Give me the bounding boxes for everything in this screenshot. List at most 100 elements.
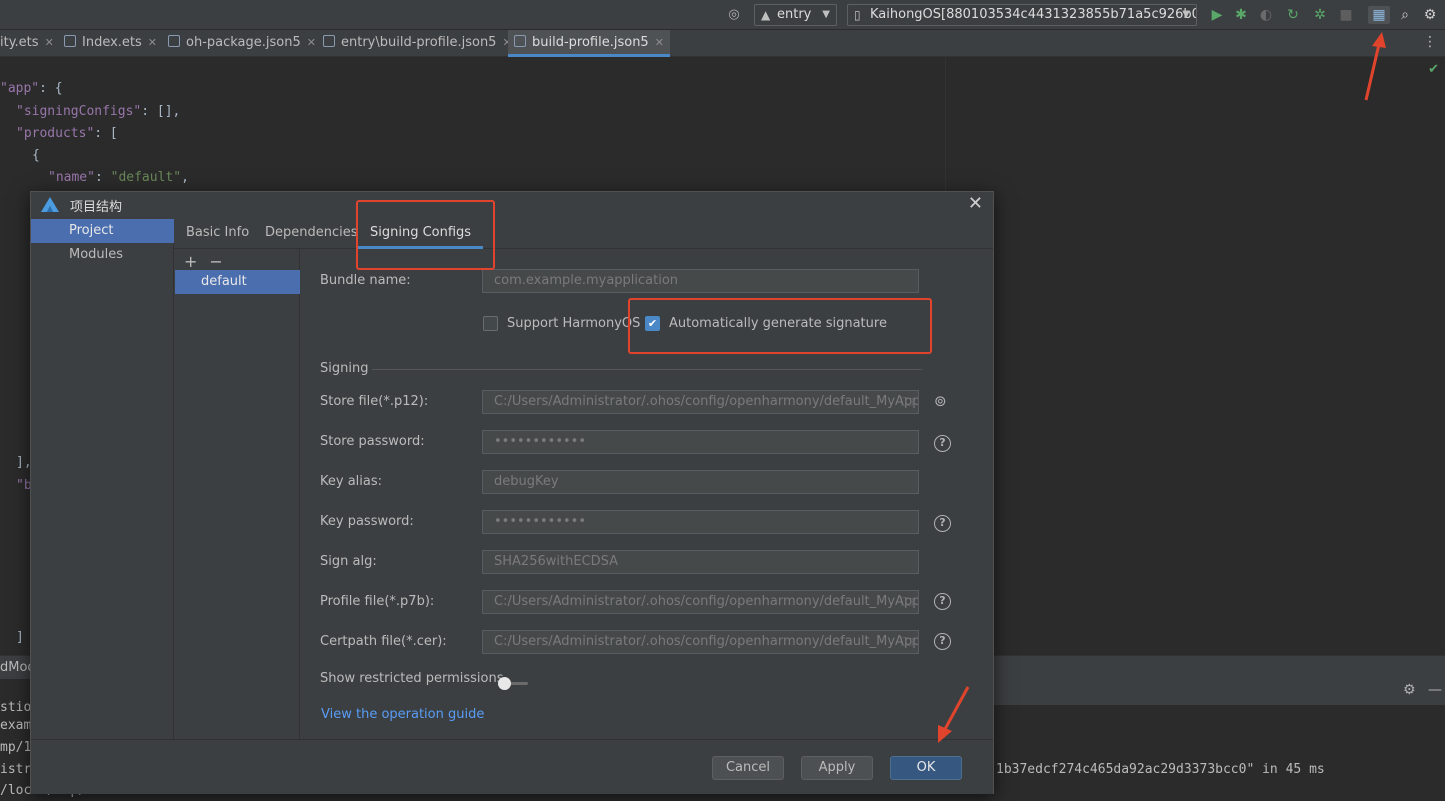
- close-icon[interactable]: ✕: [148, 36, 157, 49]
- bundle-name-label: Bundle name:: [320, 273, 411, 288]
- tab-basic-info[interactable]: Basic Info: [186, 219, 249, 249]
- tab-label: entry\build-profile.json5: [341, 35, 497, 50]
- remove-icon[interactable]: −: [209, 252, 222, 271]
- certpath-file-field[interactable]: C:/Users/Administrator/.ohos/config/open…: [482, 630, 919, 654]
- tab-build-profile[interactable]: build-profile.json5 ✕: [508, 30, 670, 57]
- attach-debugger-icon[interactable]: ✲: [1311, 6, 1329, 24]
- device-selector-label: KaihongOS[880103534c4431323855b71a5c926b…: [870, 7, 1197, 22]
- dialog-title-bar[interactable]: 项目结构 ✕: [31, 192, 993, 219]
- code-line: "signingConfigs": [],: [16, 104, 181, 119]
- add-icon[interactable]: +: [184, 252, 197, 271]
- settings-gear-icon[interactable]: ⚙: [1421, 6, 1439, 24]
- ok-button[interactable]: OK: [890, 756, 962, 780]
- nav-item-modules[interactable]: Modules: [31, 243, 174, 267]
- sign-alg-value: SHA256withECDSA: [494, 554, 619, 569]
- help-icon[interactable]: ?: [934, 515, 951, 532]
- nav-item-label: Project: [69, 223, 114, 238]
- run-icon[interactable]: ▶: [1208, 6, 1226, 24]
- tab-entry-build-profile[interactable]: entry\build-profile.json5✕: [323, 30, 512, 57]
- device-icon: ▯: [854, 8, 861, 22]
- rerun-icon[interactable]: ↻: [1284, 6, 1302, 24]
- deveco-logo-icon: [41, 197, 59, 212]
- minimize-icon[interactable]: —: [1428, 682, 1442, 698]
- operation-guide-link[interactable]: View the operation guide: [321, 707, 484, 722]
- close-icon[interactable]: ✕: [307, 36, 316, 49]
- code-line: ]: [16, 630, 24, 645]
- profile-icon[interactable]: ◐: [1257, 6, 1275, 24]
- apply-button[interactable]: Apply: [801, 756, 873, 780]
- log-line: mp/1: [0, 740, 32, 755]
- module-icon: ▲: [761, 8, 771, 22]
- support-harmonyos-checkbox[interactable]: [483, 316, 498, 331]
- signing-config-list: + − default: [174, 249, 300, 739]
- profile-file-label: Profile file(*.p7b):: [320, 594, 435, 609]
- key-password-field[interactable]: ••••••••••••: [482, 510, 919, 534]
- cancel-button[interactable]: Cancel: [712, 756, 784, 780]
- editor-right-gutter: ✔: [945, 58, 1445, 654]
- fingerprint-icon[interactable]: ⊚: [934, 392, 947, 410]
- profile-file-field[interactable]: C:/Users/Administrator/.ohos/config/open…: [482, 590, 919, 614]
- log-line: 1b37edcf274c465da92ac29d3373bcc0" in 45 …: [996, 762, 1325, 777]
- store-password-value: ••••••••••••: [494, 434, 587, 449]
- key-password-value: ••••••••••••: [494, 514, 587, 529]
- cancel-label: Cancel: [725, 760, 771, 775]
- restricted-permissions-toggle[interactable]: [496, 677, 532, 691]
- sign-alg-label: Sign alg:: [320, 554, 377, 569]
- folder-icon[interactable]: 🗀: [901, 391, 913, 413]
- editor-tab-bar: ity.ets ✕ Index.ets ✕ oh-package.json5 ✕ en…: [0, 30, 1445, 57]
- close-icon[interactable]: ✕: [45, 36, 54, 49]
- folder-icon[interactable]: 🗀: [901, 591, 913, 613]
- file-icon: [64, 35, 76, 47]
- store-password-label: Store password:: [320, 434, 425, 449]
- close-icon[interactable]: ✕: [968, 194, 983, 214]
- annotation-box-auto-sign: [628, 298, 932, 354]
- chevron-down-icon: ▼: [1182, 9, 1190, 20]
- tab-oh-package[interactable]: oh-package.json5 ✕: [168, 30, 316, 57]
- close-icon[interactable]: ✕: [655, 36, 664, 49]
- help-icon[interactable]: ?: [934, 593, 951, 610]
- toggle-knob: [498, 677, 511, 690]
- tab-label: Dependencies: [265, 225, 358, 240]
- device-selector[interactable]: ▯ KaihongOS[880103534c4431323855b71a5c92…: [847, 4, 1197, 26]
- tab-label: Index.ets: [82, 35, 142, 50]
- bundle-name-field[interactable]: com.example.myapplication: [482, 269, 919, 293]
- tab-label: ity.ets: [0, 35, 39, 50]
- module-selector[interactable]: ▲ entry ▼: [754, 4, 837, 26]
- tab-label: oh-package.json5: [186, 35, 301, 50]
- key-alias-value: debugKey: [494, 474, 559, 489]
- help-icon[interactable]: ?: [934, 435, 951, 452]
- key-alias-field[interactable]: debugKey: [482, 470, 919, 494]
- sign-alg-field[interactable]: SHA256withECDSA: [482, 550, 919, 574]
- more-vertical-icon[interactable]: ⋮: [1423, 34, 1437, 50]
- file-icon: [323, 35, 335, 47]
- bundle-name-value: com.example.myapplication: [494, 273, 679, 288]
- main-toolbar: ◎ ▲ entry ▼ ▯ KaihongOS[880103534c443132…: [0, 0, 1445, 30]
- tab-ability-ets[interactable]: ity.ets ✕: [0, 30, 54, 57]
- code-line: "name": "default",: [48, 170, 189, 185]
- apply-label: Apply: [818, 760, 856, 775]
- key-password-label: Key password:: [320, 514, 414, 529]
- debug-icon[interactable]: ✱: [1232, 6, 1250, 24]
- store-file-label: Store file(*.p12):: [320, 394, 429, 409]
- nav-item-project[interactable]: Project: [31, 219, 174, 243]
- dialog-nav: Project Modules: [31, 219, 174, 739]
- section-divider: [372, 369, 922, 370]
- help-icon[interactable]: ?: [934, 633, 951, 650]
- module-selector-label: entry: [777, 7, 812, 22]
- dialog-title: 项目结构: [70, 200, 123, 215]
- config-item-default[interactable]: default: [175, 270, 300, 294]
- annotation-arrow-toolbar: [1364, 32, 1386, 101]
- settings-gear-icon[interactable]: ⚙: [1403, 682, 1416, 698]
- profile-file-value: C:/Users/Administrator/.ohos/config/open…: [494, 594, 919, 609]
- check-icon: ✔: [1428, 62, 1439, 77]
- folder-icon[interactable]: 🗀: [901, 631, 913, 653]
- project-structure-icon[interactable]: ▦: [1368, 6, 1390, 24]
- tab-dependencies[interactable]: Dependencies: [265, 219, 358, 249]
- target-icon[interactable]: ◎: [726, 7, 742, 23]
- signing-section-title: Signing: [320, 361, 369, 376]
- store-password-field[interactable]: ••••••••••••: [482, 430, 919, 454]
- stop-icon[interactable]: ■: [1337, 6, 1355, 24]
- tab-index-ets[interactable]: Index.ets ✕: [64, 30, 157, 57]
- search-icon[interactable]: ⌕: [1396, 6, 1414, 24]
- store-file-field[interactable]: C:/Users/Administrator/.ohos/config/open…: [482, 390, 919, 414]
